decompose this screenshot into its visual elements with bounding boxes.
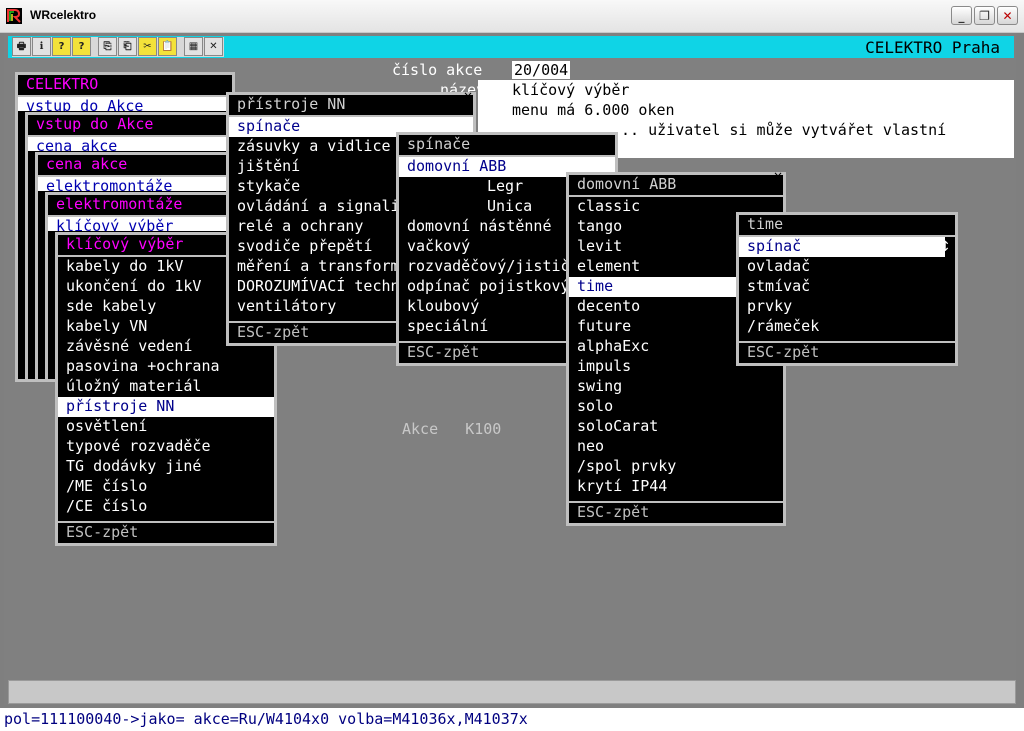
toolbar-buttons: 🖶 ℹ ? ? ⎘ ⎗ ✂ 📋 ▦ ✕ xyxy=(12,37,224,57)
cislo-akce-value[interactable]: 20/004 xyxy=(512,61,571,79)
help-icon[interactable]: ? xyxy=(52,37,71,56)
menu-time: time spínač ovladač stmívač prvky /rámeč… xyxy=(736,212,958,366)
close-icon[interactable]: ✕ xyxy=(204,37,223,56)
menu-title: spínače xyxy=(399,135,615,157)
menu-item-selected[interactable]: spínač xyxy=(739,237,945,257)
close-icon[interactable]: × xyxy=(773,170,783,182)
menu-title: time xyxy=(739,215,955,237)
panel-selected-item[interactable]: klíčový výběr xyxy=(48,217,232,231)
menu-item[interactable]: /ME číslo xyxy=(58,477,274,497)
esc-back-button[interactable]: ESC-zpět xyxy=(569,501,783,523)
panel-title: CELEKTRO xyxy=(18,75,232,97)
minimize-button[interactable]: _ xyxy=(951,6,972,25)
menu-item[interactable]: swing xyxy=(569,377,783,397)
akce-display: Akce K100 xyxy=(402,420,501,438)
menu-item[interactable]: /spol prvky xyxy=(569,457,783,477)
copy-icon[interactable]: ⎘ xyxy=(98,37,117,56)
menu-item[interactable]: typové rozvaděče xyxy=(58,437,274,457)
app-icon xyxy=(6,8,22,24)
context-help-icon[interactable]: ? xyxy=(72,37,91,56)
panel-selected-item[interactable]: vstup do Akce xyxy=(18,97,232,111)
close-icon[interactable]: × xyxy=(463,90,473,102)
menu-item[interactable]: TG dodávky jiné xyxy=(58,457,274,477)
akce-label: Akce xyxy=(402,420,439,438)
info-line-3: ... uživatel si může vytvářet vlastní xyxy=(612,121,947,139)
command-line-text: pol=111100040->jako= akce=Ru/W4104x0 vol… xyxy=(4,710,528,728)
nazev-value: klíčový výběr xyxy=(512,81,630,99)
menu-title: domovní ABB xyxy=(569,175,783,197)
print-icon[interactable]: 🖶 xyxy=(12,37,31,56)
panel-selected-item[interactable]: cena akce xyxy=(28,137,232,151)
panel-selected-item[interactable]: elektromontáže xyxy=(38,177,232,191)
scroll-arrow-icon[interactable]: ↕ xyxy=(939,239,951,255)
menu-item[interactable]: stmívač xyxy=(739,277,955,297)
panel-title: elektromontáže xyxy=(48,195,232,217)
paste-icon[interactable]: ⎗ xyxy=(118,37,137,56)
menu-item[interactable]: prvky xyxy=(739,297,955,317)
menu-item[interactable]: /rámeček xyxy=(739,317,955,337)
menu-item[interactable]: osvětlení xyxy=(58,417,274,437)
title-bar: WRcelektro _ ❐ ✕ xyxy=(0,0,1024,33)
s-label: s: xyxy=(482,101,501,119)
info-icon[interactable]: ℹ xyxy=(32,37,51,56)
menu-item[interactable]: pasovina +ochrana xyxy=(58,357,274,377)
maximize-button[interactable]: ❐ xyxy=(974,6,995,25)
akce-code: K100 xyxy=(465,420,502,438)
menu-item[interactable]: neo xyxy=(569,437,783,457)
toolbar: 🖶 ℹ ? ? ⎘ ⎗ ✂ 📋 ▦ ✕ CELEKTRO Praha xyxy=(8,36,1014,58)
menu-item[interactable]: krytí IP44 xyxy=(569,477,783,497)
panel-title: cena akce xyxy=(38,155,232,177)
menu-item[interactable]: /CE číslo xyxy=(58,497,274,517)
menu-item[interactable]: ovladač xyxy=(739,257,955,277)
menu-item[interactable]: soloCarat xyxy=(569,417,783,437)
menu-item-selected[interactable]: přístroje NN xyxy=(58,397,274,417)
info-line-2: menu má 6.000 oken xyxy=(512,101,675,119)
panel-title: vstup do Akce xyxy=(28,115,232,137)
status-bar xyxy=(8,680,1016,704)
cut-icon[interactable]: ✂ xyxy=(138,37,157,56)
command-line: pol=111100040->jako= akce=Ru/W4104x0 vol… xyxy=(0,708,1024,731)
window-title: WRcelektro xyxy=(30,8,97,22)
menu-item[interactable]: úložný materiál xyxy=(58,377,274,397)
company-name: CELEKTRO Praha xyxy=(865,38,1000,57)
menu-title: přístroje NN xyxy=(229,95,473,117)
cislo-akce-label: číslo akce xyxy=(392,61,483,79)
esc-back-button[interactable]: ESC-zpět xyxy=(739,341,955,363)
close-window-button[interactable]: ✕ xyxy=(997,6,1018,25)
menu-item[interactable]: solo xyxy=(569,397,783,417)
clipboard-icon[interactable]: 📋 xyxy=(158,37,177,56)
esc-back-button[interactable]: ESC-zpět xyxy=(58,521,274,543)
calculator-icon[interactable]: ▦ xyxy=(184,37,203,56)
